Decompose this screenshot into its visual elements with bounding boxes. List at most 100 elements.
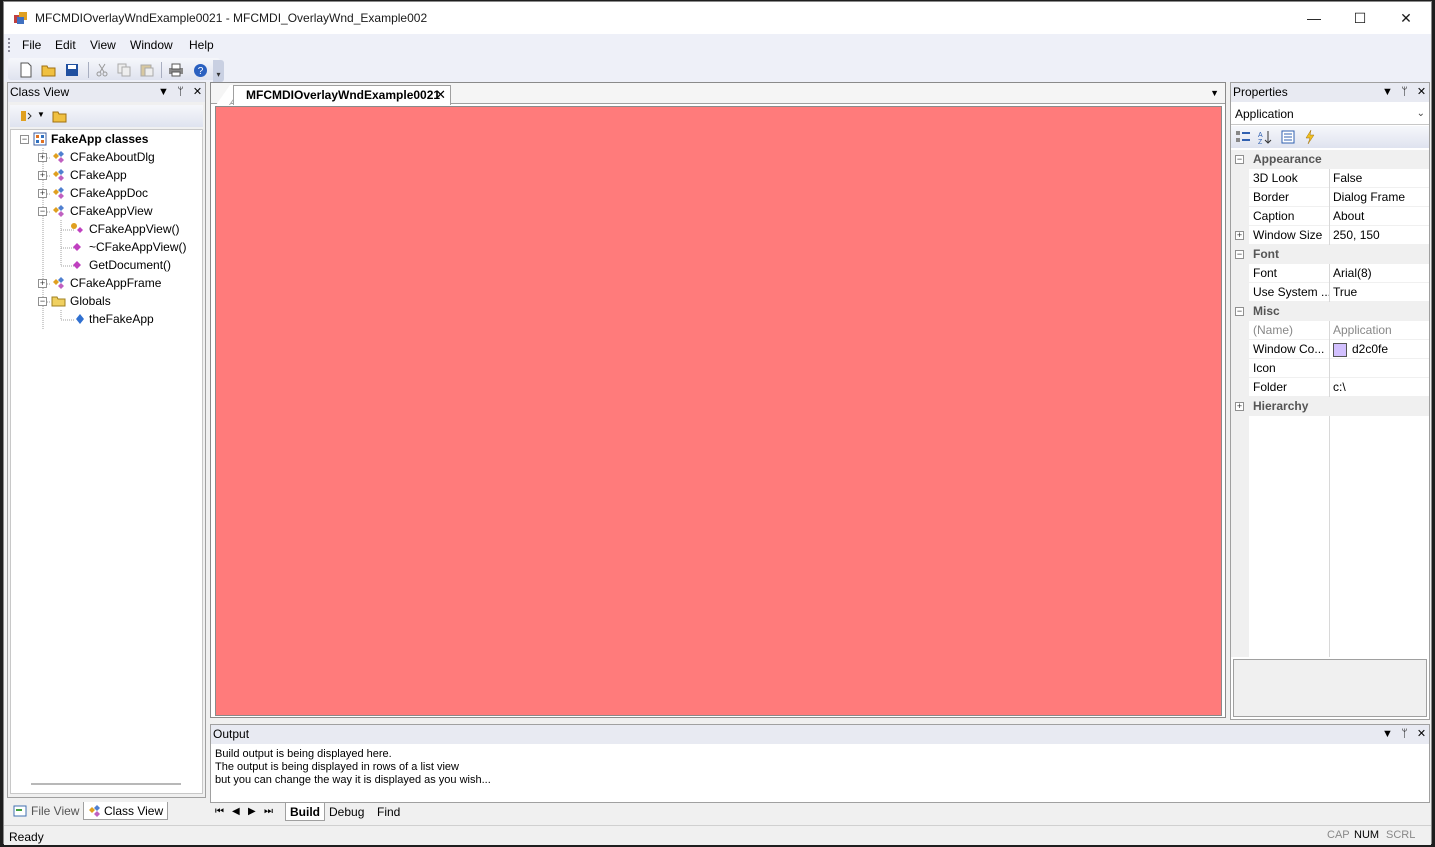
color-swatch[interactable] [1333, 342, 1347, 357]
tree-item-method[interactable]: GetDocument() [89, 256, 171, 274]
sort-dropdown-chevron-icon[interactable]: ▼ [37, 110, 45, 119]
next-tab-icon[interactable]: ▶ [248, 806, 256, 817]
tab-file-view[interactable]: File View [11, 802, 79, 820]
output-tab-bar: ⏮ ◀ ▶ ⏭ Build Debug Find [210, 803, 1430, 823]
open-folder-icon[interactable] [41, 62, 57, 78]
tree-item-root[interactable]: FakeApp classes [51, 130, 148, 148]
tab-class-view[interactable]: Class View [83, 802, 168, 820]
property-value[interactable]: Arial(8) [1333, 264, 1372, 283]
panel-menu-chevron-icon[interactable]: ▼ [1382, 725, 1393, 744]
tab-debug[interactable]: Debug [325, 803, 368, 821]
category-expand-toggle[interactable]: + [1235, 402, 1244, 411]
tree-item-class[interactable]: CFakeAppFrame [70, 274, 161, 292]
panel-menu-chevron-icon[interactable]: ▼ [1382, 83, 1393, 102]
property-row[interactable]: (Name) Application [1231, 321, 1429, 340]
save-icon[interactable] [64, 62, 80, 78]
object-selector[interactable]: Application ⌄ [1231, 103, 1429, 125]
tree-expand-toggle[interactable]: + [38, 171, 47, 180]
property-value[interactable]: Dialog Frame [1333, 188, 1405, 207]
tree-collapse-toggle[interactable]: − [38, 297, 47, 306]
category-collapse-toggle[interactable]: − [1235, 307, 1244, 316]
tree-item-class[interactable]: CFakeAppDoc [70, 184, 148, 202]
property-expand-toggle[interactable]: + [1235, 231, 1244, 240]
property-value[interactable]: 250, 150 [1333, 226, 1380, 245]
menu-help[interactable]: Help [189, 38, 214, 52]
tree-item-class[interactable]: CFakeAboutDlg [70, 148, 155, 166]
tree-item-variable[interactable]: theFakeApp [89, 310, 154, 328]
category-hierarchy[interactable]: + Hierarchy [1231, 397, 1429, 416]
tree-expand-toggle[interactable]: + [38, 189, 47, 198]
category-collapse-toggle[interactable]: − [1235, 155, 1244, 164]
maximize-button[interactable]: ☐ [1337, 2, 1383, 34]
tree-item-method[interactable]: CFakeAppView() [89, 220, 179, 238]
minimize-button[interactable]: — [1291, 2, 1337, 34]
tree-collapse-toggle[interactable]: − [38, 207, 47, 216]
property-row[interactable]: Caption About [1231, 207, 1429, 226]
pin-icon[interactable]: ᛘ [175, 83, 186, 102]
sort-classes-icon[interactable] [18, 108, 34, 124]
property-row[interactable]: Folder c:\ [1231, 378, 1429, 397]
help-icon[interactable]: ? [192, 62, 208, 78]
property-row[interactable]: Border Dialog Frame [1231, 188, 1429, 207]
category-collapse-toggle[interactable]: − [1235, 250, 1244, 259]
panel-close-icon[interactable]: ✕ [192, 83, 203, 102]
pin-icon[interactable]: ᛘ [1399, 725, 1410, 744]
pin-icon[interactable]: ᛘ [1399, 83, 1410, 102]
panel-close-icon[interactable]: ✕ [1416, 83, 1427, 102]
prev-tab-icon[interactable]: ◀ [232, 806, 240, 817]
output-log[interactable]: Build output is being displayed here. Th… [215, 748, 491, 787]
tab-list-chevron-icon[interactable]: ▼ [1210, 88, 1219, 98]
property-row[interactable]: Font Arial(8) [1231, 264, 1429, 283]
category-font[interactable]: − Font [1231, 245, 1429, 264]
last-tab-icon[interactable]: ⏭ [264, 806, 273, 817]
alphabetical-sort-icon[interactable]: AZ [1257, 129, 1273, 145]
tab-find[interactable]: Find [373, 803, 404, 821]
tree-collapse-toggle[interactable]: − [20, 135, 29, 144]
property-row[interactable]: Icon [1231, 359, 1429, 378]
new-folder-icon[interactable] [52, 108, 68, 124]
close-button[interactable]: ✕ [1383, 2, 1429, 34]
tree-item-globals[interactable]: Globals [70, 292, 111, 310]
menu-view[interactable]: View [90, 38, 116, 52]
categorized-icon[interactable] [1235, 129, 1251, 145]
class-icon [51, 276, 65, 290]
panel-close-icon[interactable]: ✕ [1416, 725, 1427, 744]
first-tab-icon[interactable]: ⏮ [215, 806, 224, 817]
tree-item-method[interactable]: ~CFakeAppView() [89, 238, 187, 256]
property-pages-icon[interactable] [1280, 129, 1296, 145]
property-row[interactable]: 3D Look False [1231, 169, 1429, 188]
new-file-icon[interactable] [18, 62, 34, 78]
tree-expand-toggle[interactable]: + [38, 279, 47, 288]
panel-menu-chevron-icon[interactable]: ▼ [158, 83, 169, 102]
tab-build[interactable]: Build [285, 803, 325, 821]
property-value[interactable]: False [1333, 169, 1362, 188]
menu-window[interactable]: Window [130, 38, 173, 52]
property-value[interactable]: About [1333, 207, 1364, 226]
property-row[interactable]: + Window Size 250, 150 [1231, 226, 1429, 245]
paste-icon[interactable] [139, 62, 155, 78]
category-appearance[interactable]: − Appearance [1231, 150, 1429, 169]
scroll-indicator: SCRL [1386, 829, 1416, 841]
tree-item-class[interactable]: CFakeAppView [70, 202, 153, 220]
property-value-color[interactable]: d2c0fe [1333, 340, 1388, 359]
menu-edit[interactable]: Edit [55, 38, 76, 52]
events-lightning-icon[interactable] [1302, 129, 1318, 145]
column-divider [1329, 359, 1330, 378]
toolbar-overflow-chevron-icon[interactable]: ▾ [213, 60, 224, 82]
property-row[interactable]: Window Co... d2c0fe [1231, 340, 1429, 359]
property-row[interactable]: Use System ... True [1231, 283, 1429, 302]
cut-icon[interactable] [94, 62, 110, 78]
menu-file[interactable]: File [22, 38, 41, 52]
horizontal-scrollbar[interactable] [31, 783, 181, 785]
category-misc[interactable]: − Misc [1231, 302, 1429, 321]
property-value[interactable]: True [1333, 283, 1357, 302]
tree-expand-toggle[interactable]: + [38, 153, 47, 162]
tab-close-icon[interactable]: ✕ [435, 86, 446, 104]
document-canvas[interactable] [215, 106, 1222, 716]
column-divider [1329, 169, 1330, 188]
print-icon[interactable] [168, 62, 184, 78]
property-value[interactable]: c:\ [1333, 378, 1346, 397]
tree-item-class[interactable]: CFakeApp [70, 166, 127, 184]
copy-icon[interactable] [116, 62, 132, 78]
tab-document[interactable]: MFCMDIOverlayWndExample0021 ✕ [233, 85, 451, 105]
